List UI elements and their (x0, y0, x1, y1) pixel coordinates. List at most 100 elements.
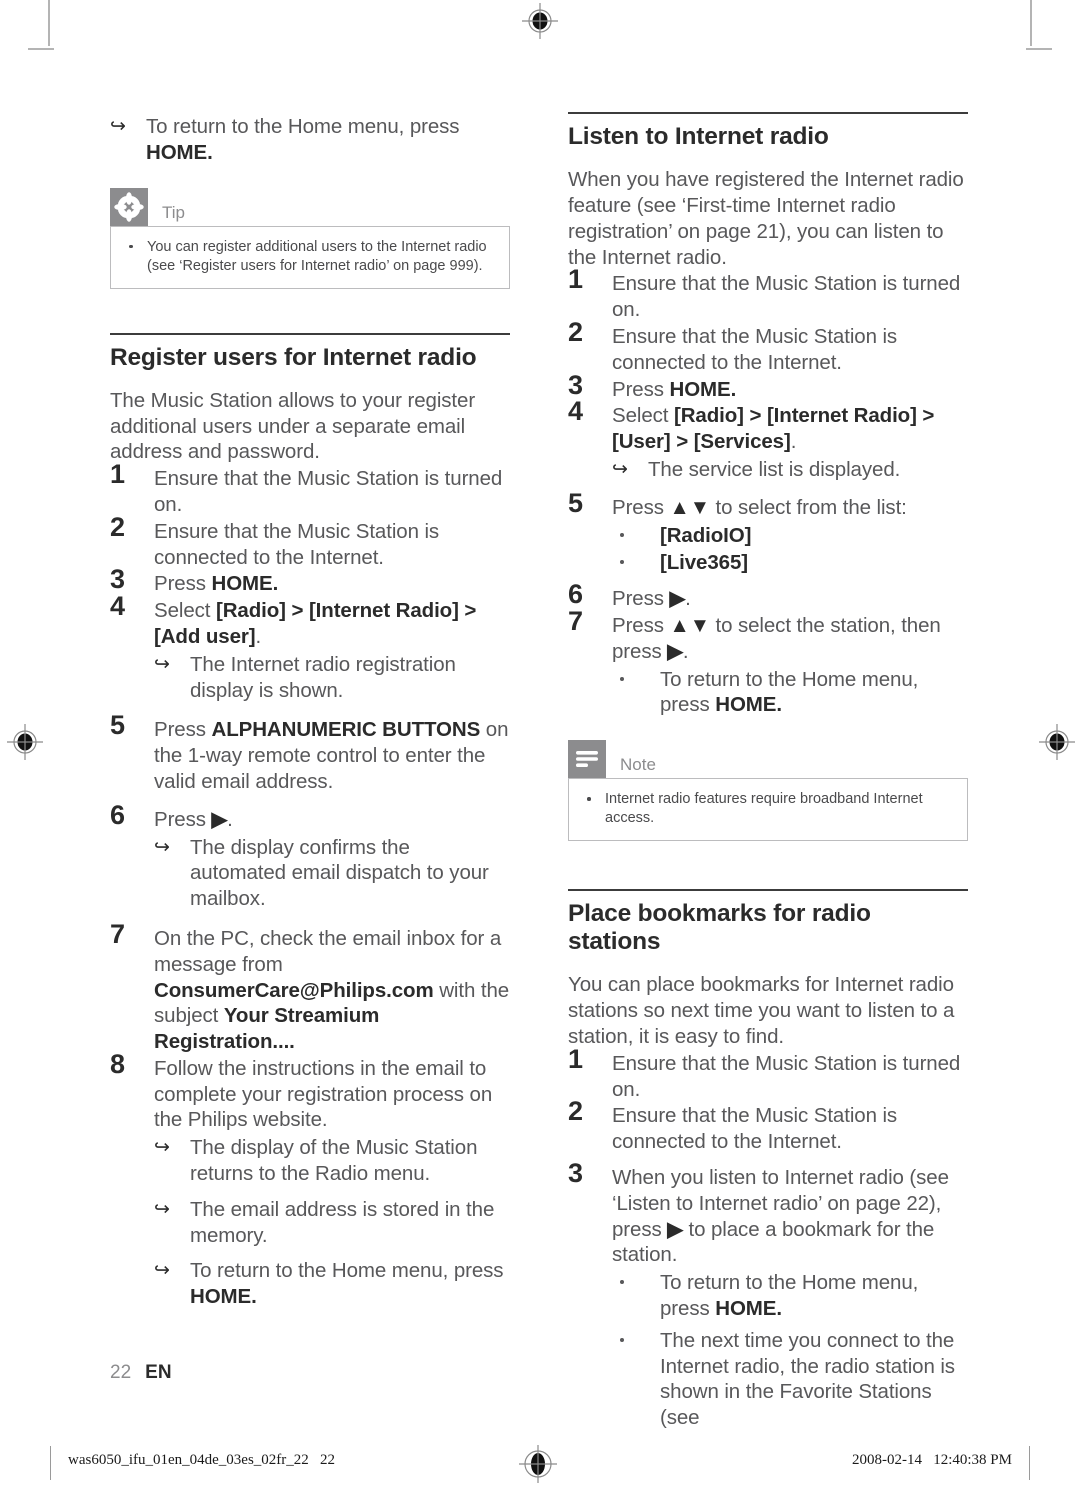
registration-target-icon (7, 724, 43, 760)
bullet-dot-icon (620, 532, 624, 537)
step-number: 6 (110, 799, 125, 830)
step-item: 4 Select [Radio] > [Internet Radio] > [U… (568, 398, 968, 483)
note-lines-icon (568, 740, 606, 779)
arrow-hook-icon: ↪ (154, 1137, 170, 1159)
note-callout-header: Note (568, 740, 968, 779)
step-number: 3 (568, 369, 583, 400)
registration-mark-right-middle (1038, 723, 1076, 761)
step-result: ↪ The display confirms the automated ema… (154, 835, 510, 912)
step-text-tail: . (255, 624, 262, 648)
bullet-dot-icon (129, 244, 133, 249)
step-item: 5 Press ▲▼ to select from the list: [Rad… (568, 489, 968, 576)
slug-rule-left (50, 1446, 51, 1480)
step-result-text: The email address is stored in the memor… (190, 1197, 495, 1247)
step-result-bold: HOME. (190, 1285, 257, 1309)
step-text: Ensure that the Music Station is turned … (612, 1051, 961, 1101)
arrow-hook-icon: ↪ (612, 458, 628, 480)
step-text-bold: HOME. (669, 377, 737, 401)
play-button-glyph-icon: ▶ (211, 807, 228, 831)
registration-mark-slug (516, 1442, 560, 1486)
step-item: 7 Press ▲▼ to select the station, then p… (568, 608, 968, 719)
step-text: Press (154, 718, 212, 742)
step-result: ↪ The service list is displayed. (612, 457, 968, 483)
bullet-dot-icon (620, 1280, 624, 1285)
step-item: 2 Ensure that the Music Station is conne… (568, 1098, 968, 1155)
registration-mark-top-center (521, 2, 559, 40)
step-item: 1 Ensure that the Music Station is turne… (568, 1045, 968, 1103)
up-down-arrows-glyph-icon: ▲▼ (669, 495, 710, 519)
step-item: 3 Press HOME. (568, 371, 968, 403)
step-result-text: To return to the Home menu, press (190, 1259, 504, 1283)
step-item: 5 Press ALPHANUMERIC BUTTONS on the 1-wa… (110, 712, 510, 794)
step-text: Press (154, 807, 212, 831)
arrow-hook-icon: ↪ (154, 653, 170, 675)
crop-mark-top-left-vertical (48, 0, 50, 46)
step-number: 5 (110, 710, 125, 741)
step-result: ↪ To return to the Home menu, press HOME… (154, 1258, 510, 1310)
section-rule (110, 332, 510, 335)
step-number: 5 (568, 487, 583, 518)
registration-mark-left-middle (6, 723, 44, 761)
step-number: 2 (568, 316, 583, 347)
step-text-bold: HOME. (211, 572, 279, 596)
place-bookmarks-section: Place bookmarks for radio stations You c… (568, 889, 968, 1431)
list-item-text: The next time you connect to the Interne… (660, 1328, 955, 1430)
step-number: 8 (110, 1048, 125, 1079)
section-rule (568, 112, 968, 114)
step-text: Ensure that the Music Station is connect… (154, 519, 440, 569)
arrow-hook-icon: ↪ (154, 836, 170, 858)
step-item: 4 Select [Radio] > [Internet Radio] > [A… (110, 593, 510, 704)
step-item: 7 On the PC, check the email inbox for a… (110, 921, 510, 1055)
step-number: 1 (110, 459, 125, 490)
note-callout-label: Note (620, 755, 656, 775)
tip-callout-body: You can register additional users to the… (110, 225, 510, 289)
bookmarks-intro: You can place bookmarks for Internet rad… (568, 973, 955, 1049)
up-down-arrows-glyph-icon: ▲▼ (669, 613, 710, 637)
right-column: Listen to Internet radio When you have r… (568, 112, 968, 1432)
play-button-glyph-icon: ▶ (667, 1217, 683, 1241)
note-callout-text: Internet radio features require broadban… (605, 791, 923, 827)
step-item: 3 When you listen to Internet radio (see… (568, 1160, 968, 1431)
step-text: Select (154, 599, 216, 623)
list-item-text: To return to the Home menu, press (660, 1271, 919, 1321)
list-item: To return to the Home menu, press HOME. (612, 667, 968, 719)
service-option-label: [Live365] (660, 551, 748, 575)
tip-callout: Tip You can register additional users to… (110, 187, 510, 289)
step-result-text: The display confirms the automated email… (190, 835, 489, 911)
crop-mark-top-left-horizontal (28, 48, 54, 50)
step-text: Follow the instructions in the email to … (154, 1056, 493, 1132)
step-text: Select (612, 404, 674, 428)
service-option-label: [RadioIO] (660, 523, 752, 547)
step-item: 6 Press ▶. (568, 581, 968, 612)
list-item: To return to the Home menu, press HOME. (612, 1270, 968, 1322)
print-slug-bar: was6050_ifu_01en_04de_03es_02fr_22 22 20… (0, 1440, 1080, 1486)
list-item: The next time you connect to the Interne… (612, 1328, 968, 1431)
note-callout: Note Internet radio features require bro… (568, 740, 968, 842)
step-text: On the PC, check the email inbox for a m… (154, 926, 502, 976)
asterisk-burst-icon (110, 187, 148, 226)
step-number: 7 (110, 918, 125, 949)
page-folio: 22 EN (110, 1362, 172, 1384)
left-column: ↪ To return to the Home menu, press HOME… (110, 112, 510, 1311)
section-title-place-bookmarks: Place bookmarks for radio stations (568, 900, 871, 956)
arrow-hook-icon: ↪ (110, 116, 126, 137)
bookmarks-steps: 1 Ensure that the Music Station is turne… (568, 1045, 968, 1431)
bullet-dot-icon (620, 676, 624, 681)
step-text: Ensure that the Music Station is turned … (612, 272, 961, 322)
step-text: Press (612, 587, 670, 611)
step-number: 2 (568, 1096, 583, 1127)
arrow-hook-icon: ↪ (154, 1198, 170, 1220)
registration-target-icon (522, 3, 558, 39)
register-users-section: Register users for Internet radio The Mu… (110, 332, 510, 1310)
step-result: ↪ The Internet radio registration displa… (154, 652, 510, 704)
note-callout-body: Internet radio features require broadban… (568, 778, 968, 842)
note-callout-line: Internet radio features require broadban… (581, 790, 955, 828)
tip-callout-text: You can register additional users to the… (147, 238, 487, 274)
step-result-text: The service list is displayed. (648, 457, 901, 481)
step-text-bold: ALPHANUMERIC BUTTONS (211, 718, 481, 742)
arrow-hook-icon: ↪ (154, 1260, 170, 1282)
registration-target-icon (1039, 724, 1075, 760)
lead-arrow-bold: HOME. (146, 140, 213, 164)
register-users-steps: 1 Ensure that the Music Station is turne… (110, 461, 510, 1310)
step-number: 4 (568, 396, 583, 427)
